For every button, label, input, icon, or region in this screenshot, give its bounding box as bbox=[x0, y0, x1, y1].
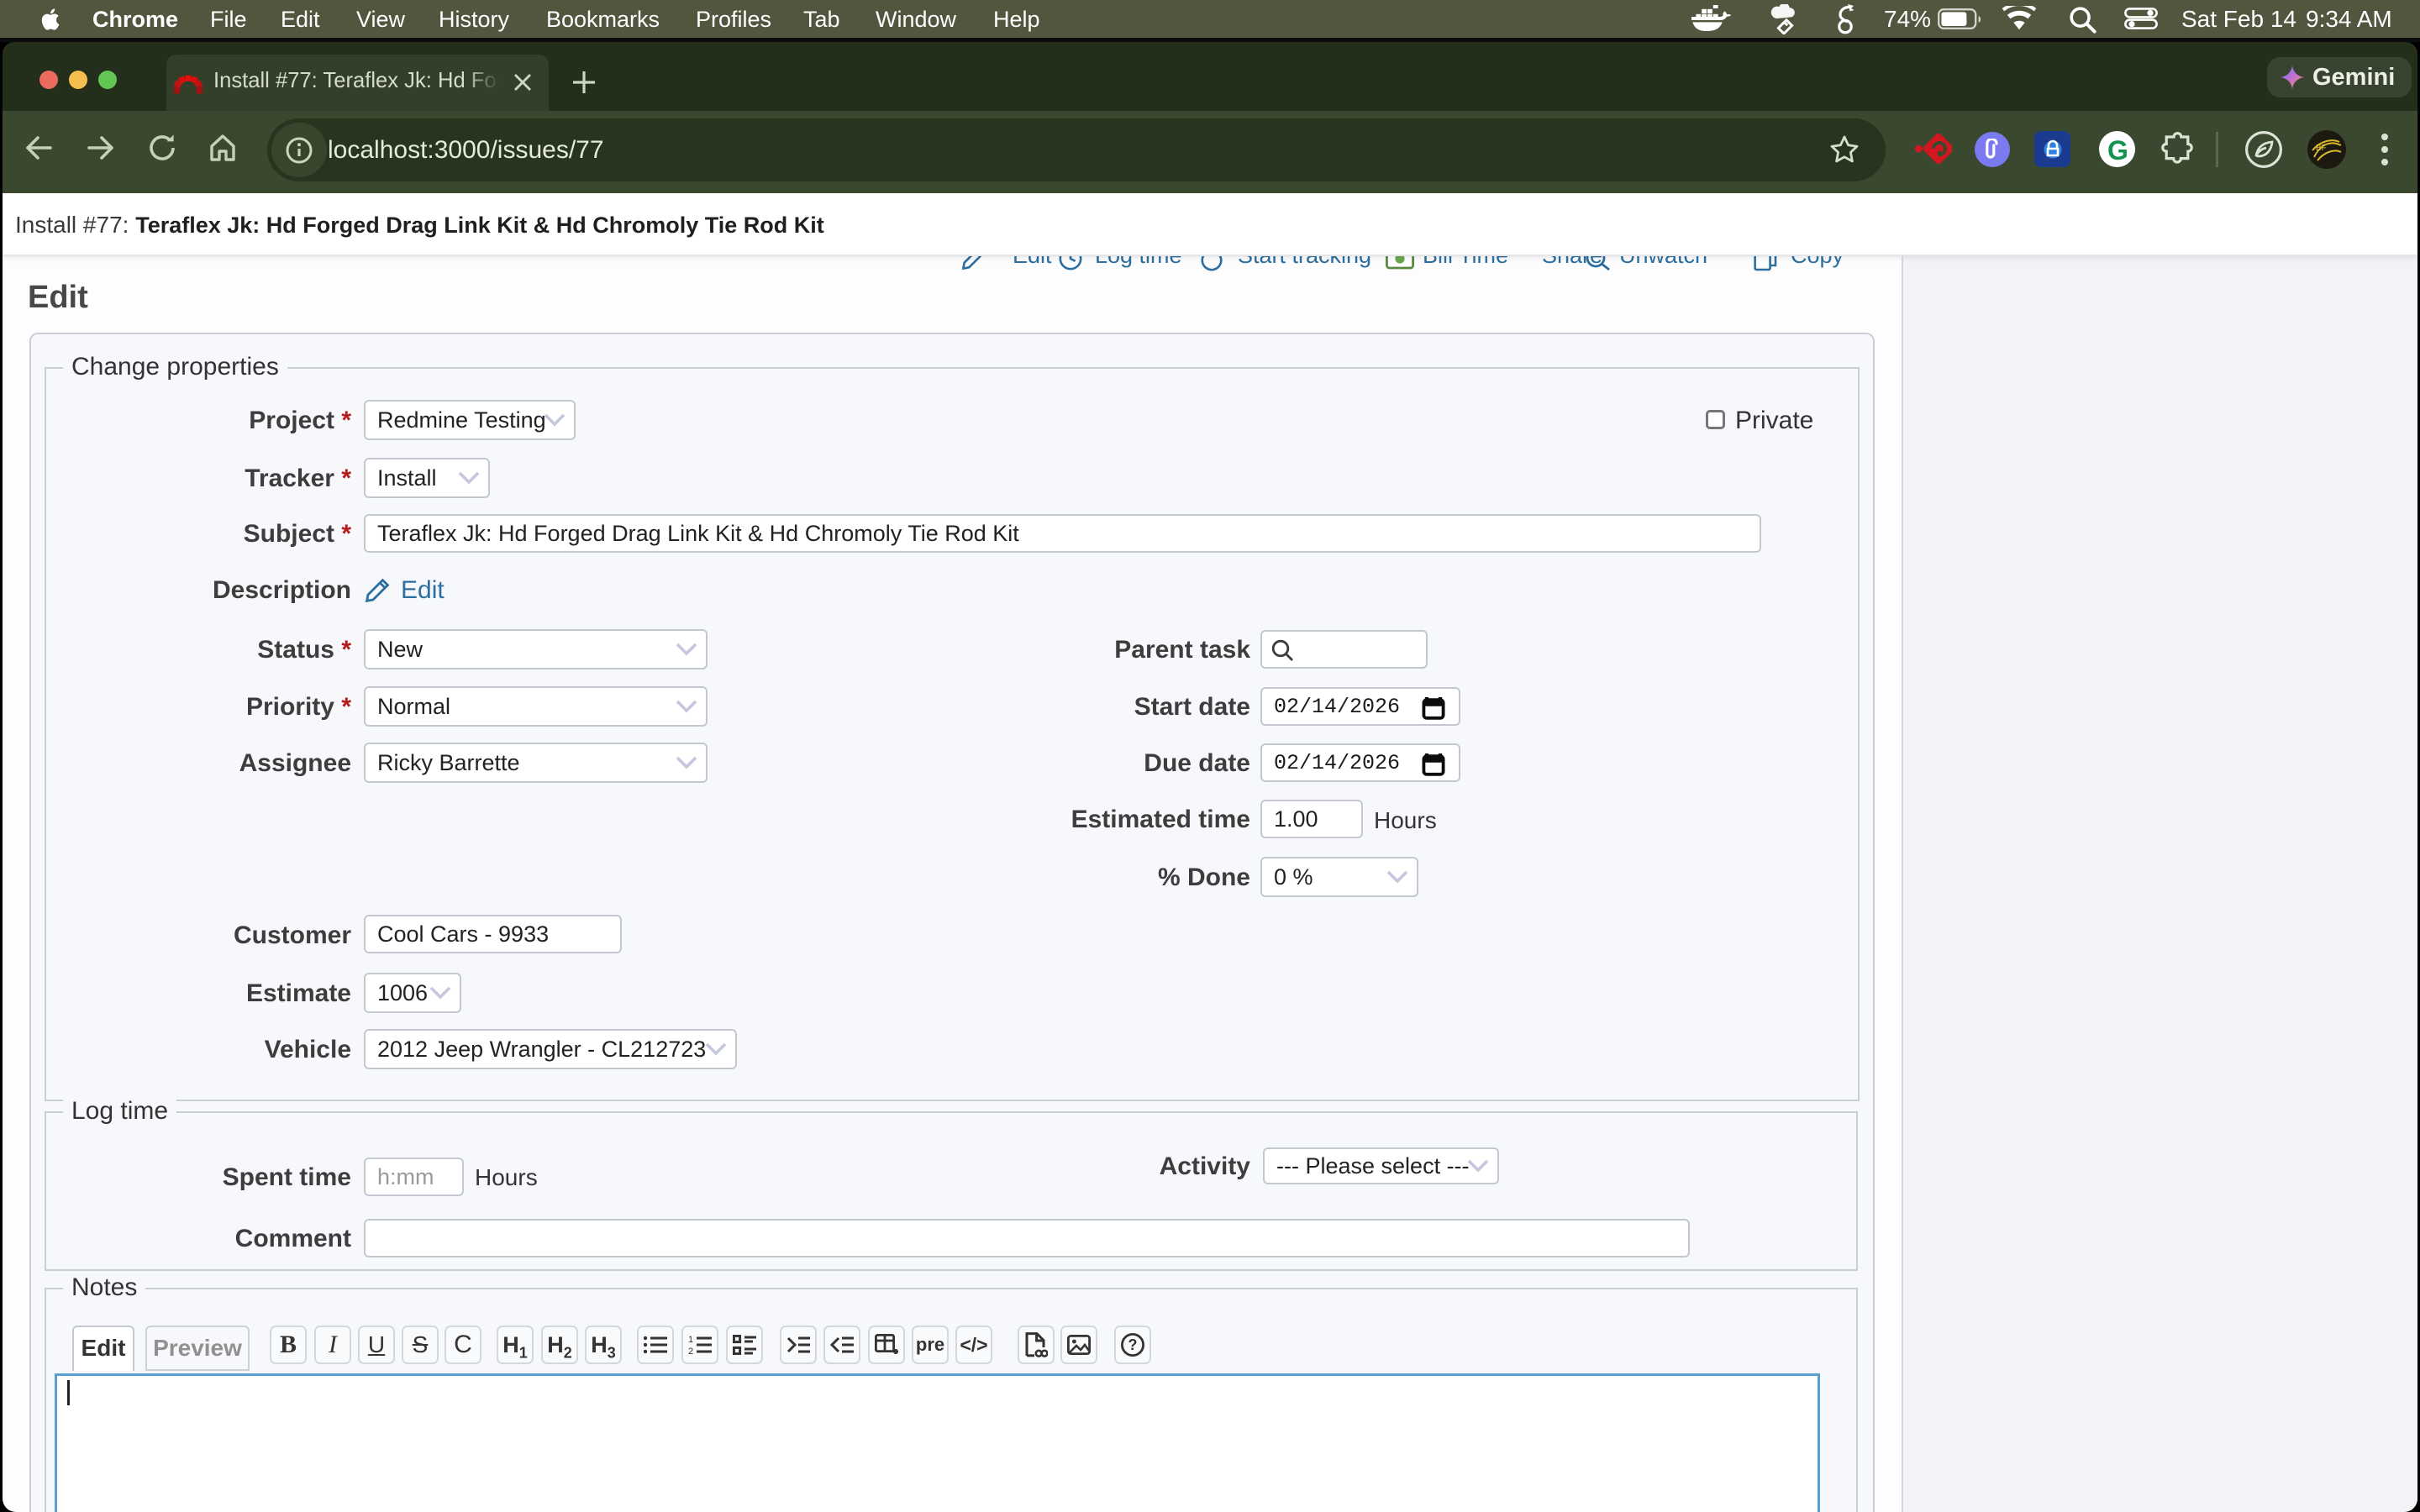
svg-text:2: 2 bbox=[688, 1347, 693, 1355]
svg-text:BF: BF bbox=[2316, 144, 2327, 153]
svg-text:1: 1 bbox=[688, 1335, 693, 1345]
svg-text:?: ? bbox=[1128, 1336, 1138, 1353]
